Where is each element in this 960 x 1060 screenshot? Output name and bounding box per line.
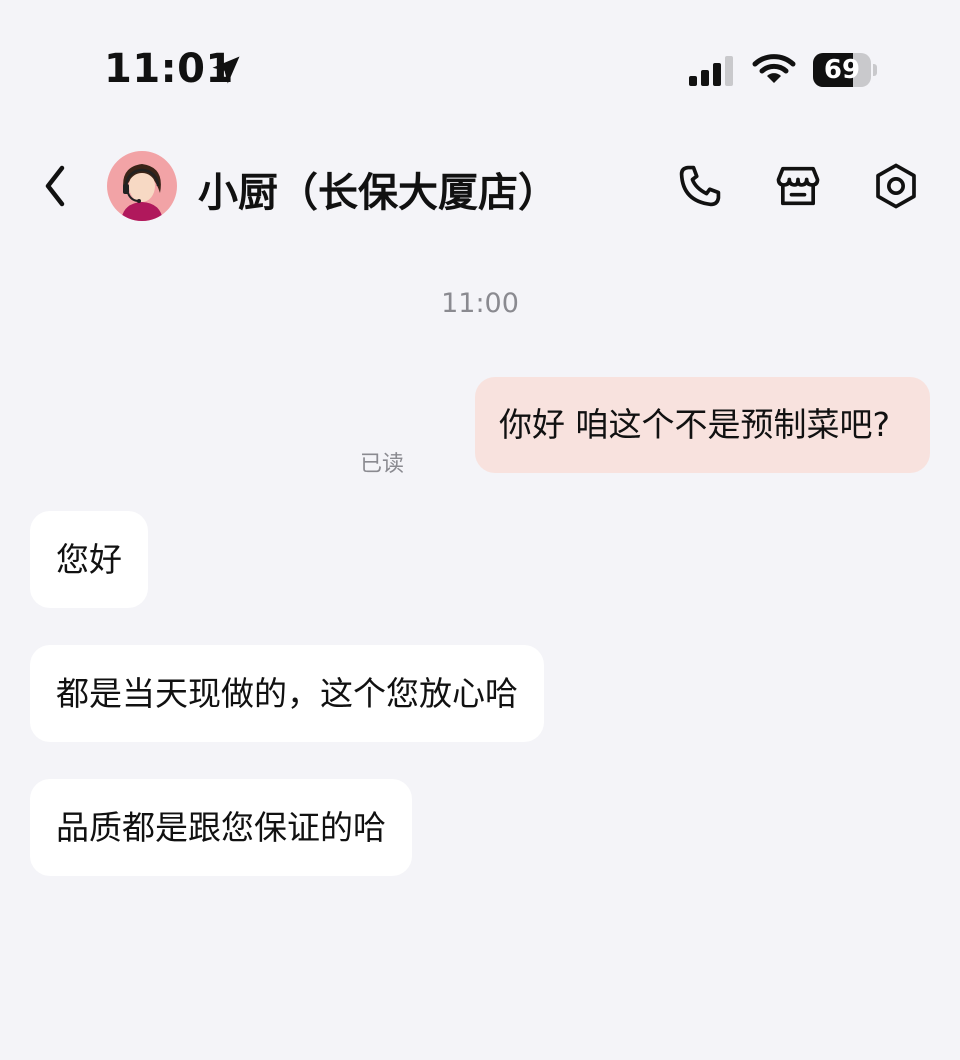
- battery-cap: [873, 64, 877, 76]
- battery-indicator: 69: [813, 53, 877, 87]
- message-text: 您好: [56, 539, 122, 579]
- battery-icon: 69: [813, 53, 871, 87]
- incoming-message[interactable]: 您好: [30, 511, 148, 608]
- incoming-message[interactable]: 都是当天现做的，这个您放心哈: [30, 645, 544, 742]
- message-text: 都是当天现做的，这个您放心哈: [56, 673, 518, 713]
- wifi-icon: [752, 54, 796, 83]
- agent-avatar: [121, 164, 163, 221]
- cellular-signal-icon: [689, 56, 733, 86]
- message-timestamp: 11:00: [441, 288, 519, 319]
- incoming-message[interactable]: 品质都是跟您保证的哈: [30, 779, 412, 876]
- status-bar: 11:01 69: [0, 0, 960, 120]
- message-text: 你好 咱这个不是预制菜吧?: [498, 405, 890, 444]
- back-button[interactable]: [34, 158, 78, 214]
- avatar[interactable]: [107, 151, 177, 221]
- store-icon[interactable]: [772, 160, 824, 212]
- location-arrow-icon: [212, 56, 240, 84]
- contact-name: 小厨（长保大厦店）: [198, 170, 558, 216]
- message-text: 品质都是跟您保证的哈: [56, 807, 386, 847]
- hexagon-settings-icon[interactable]: [870, 160, 922, 212]
- outgoing-message[interactable]: 你好 咱这个不是预制菜吧?: [474, 377, 930, 473]
- phone-icon[interactable]: [674, 160, 726, 212]
- battery-percentage: 69: [823, 55, 861, 85]
- chat-header: 小厨（长保大厦店）: [0, 140, 960, 232]
- read-receipt: 已读: [360, 452, 405, 477]
